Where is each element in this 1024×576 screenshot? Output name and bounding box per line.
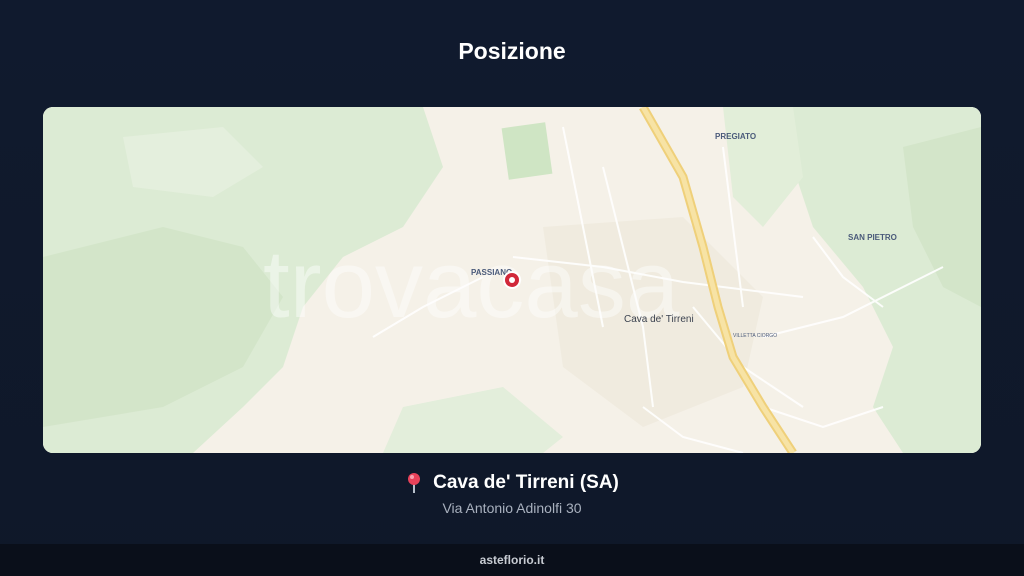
map-pin-icon (408, 473, 421, 493)
watermark-text: trovacasa (263, 231, 680, 338)
map[interactable]: trovacasa PASSIANO PREGIATO SAN PIETRO C… (43, 107, 981, 453)
footer: asteflorio.it (0, 544, 1024, 576)
location-marker-icon[interactable] (503, 271, 521, 289)
location-city: Cava de' Tirreni (SA) (433, 472, 619, 493)
label-villetta: VILLETTA CIORGO (733, 333, 777, 339)
location-address: Via Antonio Adinolfi 30 (442, 500, 582, 516)
footer-site[interactable]: asteflorio.it (480, 553, 545, 567)
page-title: Posizione (458, 38, 566, 64)
label-cava: Cava de' Tirreni (624, 314, 694, 325)
map-canvas[interactable]: trovacasa PASSIANO PREGIATO SAN PIETRO C… (43, 107, 981, 453)
location-heading: Cava de' Tirreni (SA) (0, 472, 1024, 494)
label-pregiato: PREGIATO (715, 132, 756, 141)
label-san-pietro: SAN PIETRO (848, 233, 897, 242)
